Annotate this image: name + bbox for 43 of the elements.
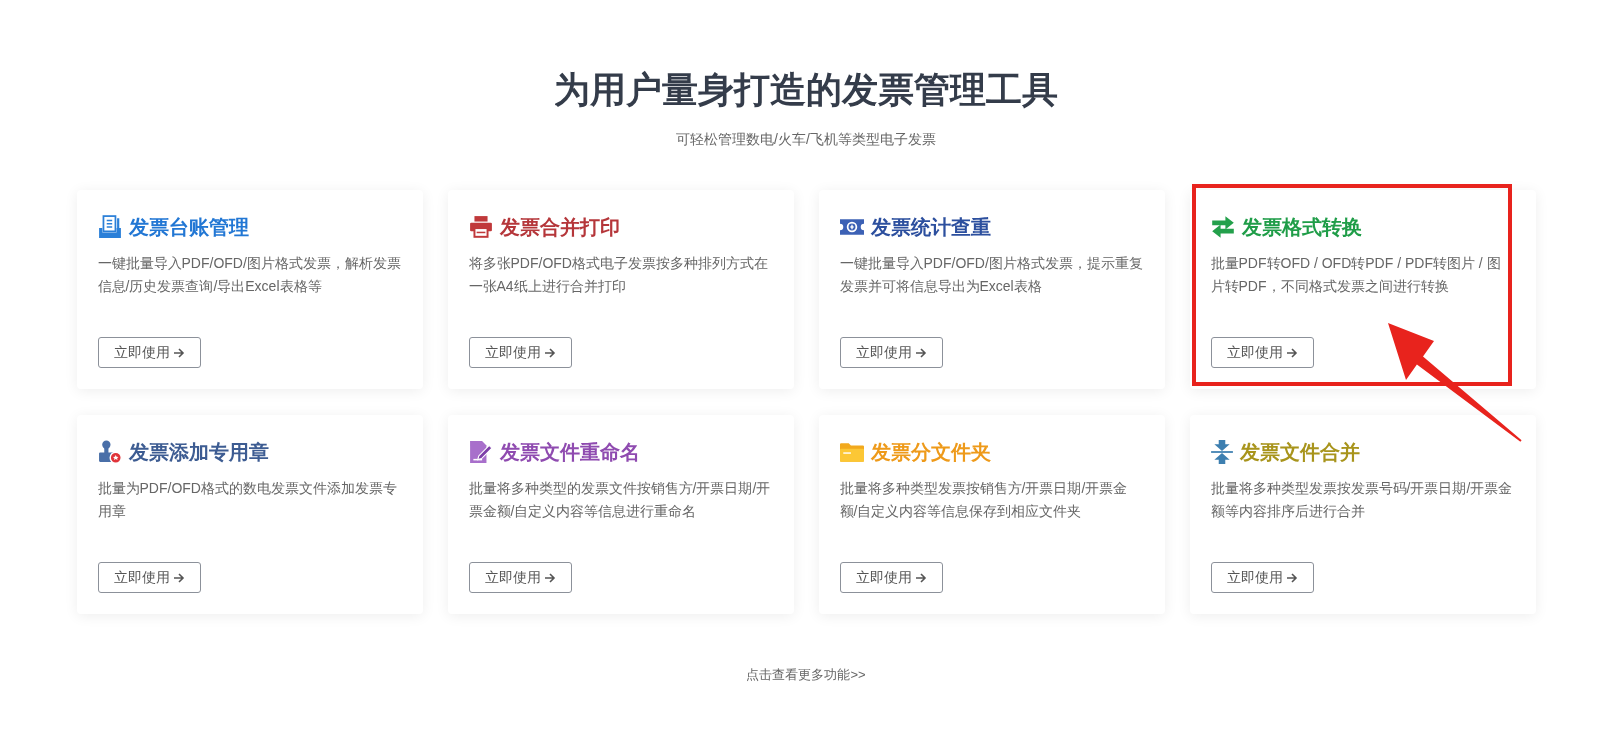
use-now-button[interactable]: 立即使用 bbox=[468, 562, 572, 593]
arrow-right-icon bbox=[543, 571, 556, 584]
arrow-right-icon bbox=[914, 346, 927, 359]
card-title: 发票统计查重 bbox=[870, 215, 991, 240]
card-description: 批量为PDF/OFD格式的数电发票文件添加发票专用章 bbox=[97, 479, 398, 521]
card-title: 发票文件重命名 bbox=[499, 440, 640, 465]
arrow-right-icon bbox=[1285, 571, 1298, 584]
card-description: 批量将多种类型发票按销售方/开票日期/开票金额/自定义内容等信息保存到相应文件夹 bbox=[839, 479, 1129, 521]
card-title: 发票分文件夹 bbox=[870, 440, 991, 465]
stamp-icon bbox=[97, 440, 122, 464]
use-now-button[interactable]: 立即使用 bbox=[1210, 562, 1314, 593]
arrow-right-icon bbox=[914, 571, 927, 584]
use-now-button[interactable]: 立即使用 bbox=[97, 337, 201, 368]
printer-icon bbox=[468, 215, 493, 239]
arrow-right-icon bbox=[172, 346, 185, 359]
use-now-button[interactable]: 立即使用 bbox=[1210, 337, 1314, 368]
use-now-button[interactable]: 立即使用 bbox=[839, 337, 943, 368]
card-description: 将多张PDF/OFD格式电子发票按多种排列方式在一张A4纸上进行合并打印 bbox=[468, 254, 769, 296]
card-description: 一键批量导入PDF/OFD/图片格式发票，解析发票信息/历史发票查询/导出Excel表格等 bbox=[97, 254, 402, 296]
document-pencil-icon bbox=[468, 440, 493, 464]
use-now-button[interactable]: 立即使用 bbox=[468, 337, 572, 368]
swap-arrows-icon bbox=[1210, 215, 1235, 239]
page-subtitle: 可轻松管理数电/火车/飞机等类型电子发票 bbox=[676, 130, 936, 149]
use-now-button[interactable]: 立即使用 bbox=[839, 562, 943, 593]
card-title: 发票文件合并 bbox=[1239, 440, 1360, 465]
document-tray-icon bbox=[97, 215, 122, 239]
card-description: 批量将多种类型发票按发票号码/开票日期/开票金额等内容排序后进行合并 bbox=[1210, 479, 1514, 521]
card-title: 发票台账管理 bbox=[128, 215, 249, 240]
card-description: 批量PDF转OFD / OFD转PDF / PDF转图片 / 图片转PDF，不同格式发票之间进行转换 bbox=[1210, 254, 1502, 296]
arrow-right-icon bbox=[543, 346, 556, 359]
use-now-button[interactable]: 立即使用 bbox=[97, 562, 201, 593]
page-title: 为用户量身打造的发票管理工具 bbox=[554, 68, 1058, 112]
card-description: 批量将多种类型的发票文件按销售方/开票日期/开票金额/自定义内容等信息进行重命名 bbox=[468, 479, 772, 521]
more-features-link[interactable]: 点击查看更多功能>> bbox=[746, 665, 866, 685]
card-title: 发票添加专用章 bbox=[128, 440, 269, 465]
card-title: 发票合并打印 bbox=[499, 215, 620, 240]
folder-icon bbox=[839, 441, 864, 463]
ticket-icon bbox=[839, 218, 864, 236]
card-title: 发票格式转换 bbox=[1241, 215, 1362, 240]
arrow-right-icon bbox=[172, 571, 185, 584]
arrow-right-icon bbox=[1285, 346, 1298, 359]
merge-arrows-icon bbox=[1210, 440, 1233, 464]
card-description: 一键批量导入PDF/OFD/图片格式发票，提示重复发票并可将信息导出为Excel表格 bbox=[839, 254, 1144, 296]
